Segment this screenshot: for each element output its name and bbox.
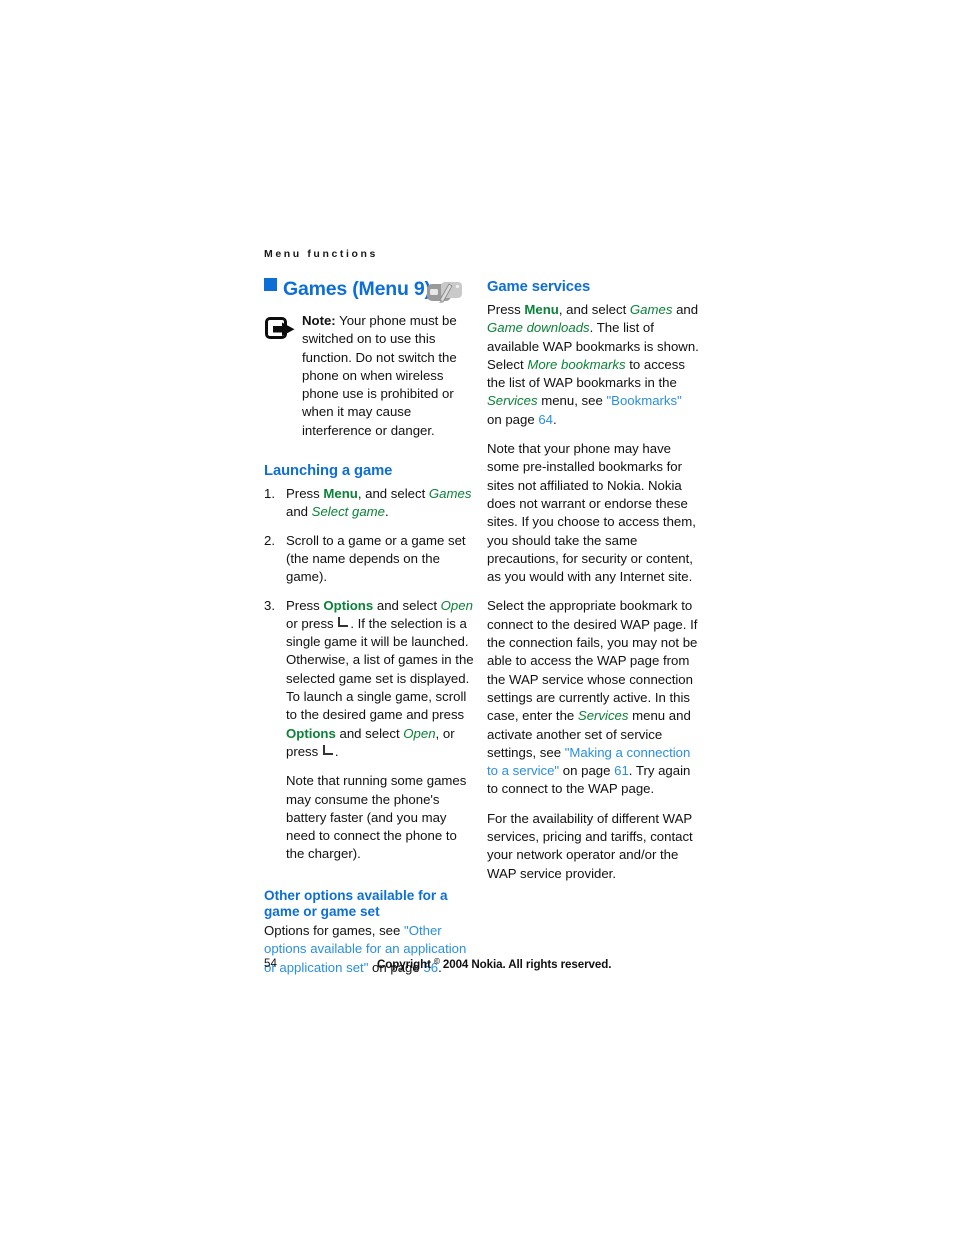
ui-term-game-downloads: Game downloads: [487, 320, 590, 336]
note-body: Your phone must be switched on to use th…: [302, 313, 457, 438]
text-run: or press: [286, 615, 338, 631]
heading-other-options: Other options available for a game or ga…: [264, 887, 448, 920]
text-run: and: [672, 302, 699, 317]
text-run: , and select: [558, 302, 630, 317]
text-run: menu, see: [537, 393, 607, 409]
ui-term-games: Games: [428, 486, 472, 502]
document-page: Menu functions Games (Menu 9) Note: Your…: [0, 0, 954, 1235]
note-callout: Note: Your phone must be switched on to …: [264, 312, 477, 440]
step-text: Press Options and select Open or press .…: [286, 598, 473, 650]
step3-paragraph-2: Otherwise, a list of games in the select…: [286, 651, 477, 761]
chapter-title-row: Games (Menu 9): [264, 278, 477, 308]
text-run: and select: [335, 725, 404, 741]
ui-term-services: Services: [577, 708, 629, 724]
text-run: Press: [286, 486, 324, 502]
step3-paragraph-3: Note that running some games may consume…: [286, 773, 467, 862]
text-run: .: [334, 743, 339, 759]
heading-game-services: Game services: [487, 279, 591, 295]
blue-square-bullet-icon: [264, 278, 277, 291]
text-run: on page: [487, 411, 539, 427]
text-run: and select: [373, 597, 441, 613]
note-arrow-icon: [265, 317, 297, 343]
ui-term-select-game: Select game: [311, 504, 385, 520]
games-controller-icon: [427, 281, 463, 306]
footer-copyright: Copyright © 2004 Nokia. All rights reser…: [377, 957, 611, 971]
text-run: Options for games, see: [264, 922, 405, 938]
running-header: Menu functions: [264, 248, 378, 260]
text-run: 2004 Nokia. All rights reserved.: [439, 958, 612, 971]
step-text: Scroll to a game or a game set (the name…: [286, 532, 466, 585]
note-text: Note: Your phone must be switched on to …: [302, 312, 477, 440]
ui-term-services: Services: [487, 393, 538, 409]
text-run: Select the appropriate bookmark to conne…: [487, 598, 698, 724]
ui-term-options: Options: [286, 725, 336, 741]
text-run: and: [286, 504, 312, 520]
selection-key-icon: [337, 616, 350, 629]
step-number: 2.: [264, 532, 275, 548]
text-run: .: [553, 411, 557, 427]
text-run: .: [384, 504, 389, 520]
step-number: 1.: [264, 486, 275, 502]
ui-term-more-bookmarks: More bookmarks: [527, 356, 626, 372]
text-run: on page: [559, 763, 615, 779]
heading-launching-a-game: Launching a game: [264, 463, 393, 480]
page-reference-link-64[interactable]: 64: [538, 412, 553, 427]
game-services-paragraph-1: Press Menu, and select Games and Game do…: [487, 301, 700, 429]
step-text: Press Menu, and select Games and Select …: [286, 486, 471, 519]
ui-term-open: Open: [440, 597, 473, 613]
step-number: 3.: [264, 597, 275, 613]
text-run: Copyright: [377, 958, 434, 971]
game-services-paragraph-4: For the availability of different WAP se…: [487, 810, 693, 881]
text-run: , and select: [357, 486, 429, 502]
ui-term-open: Open: [403, 725, 436, 741]
ui-term-menu: Menu: [524, 302, 559, 317]
list-item: 3. Press Options and select Open or press…: [264, 597, 477, 864]
right-column: Game services Press Menu, and select Gam…: [487, 278, 700, 894]
text-run: Otherwise, a list of games in the select…: [286, 652, 474, 723]
ui-term-menu: Menu: [323, 486, 358, 502]
text-run: Press: [286, 597, 324, 613]
list-item: 1. Press Menu, and select Games and Selec…: [264, 485, 477, 522]
ui-term-options: Options: [323, 597, 374, 613]
game-services-paragraph-2: Note that your phone may have some pre-i…: [487, 441, 696, 585]
selection-key-icon: [322, 744, 335, 757]
footer-page-number: 54: [264, 957, 277, 970]
cross-reference-link-bookmarks[interactable]: "Bookmarks": [606, 393, 681, 408]
game-services-paragraph-3: Select the appropriate bookmark to conne…: [487, 597, 700, 798]
left-column: Games (Menu 9) Note: Your phone must be …: [264, 278, 477, 988]
text-run: Press: [487, 302, 525, 317]
note-label: Note:: [302, 313, 336, 328]
launching-steps-list: 1. Press Menu, and select Games and Selec…: [264, 485, 477, 864]
list-item: 2. Scroll to a game or a game set (the na…: [264, 532, 477, 587]
ui-term-games: Games: [629, 302, 673, 317]
page-reference-link-61[interactable]: 61: [614, 763, 629, 778]
page-title: Games (Menu 9): [283, 278, 431, 300]
